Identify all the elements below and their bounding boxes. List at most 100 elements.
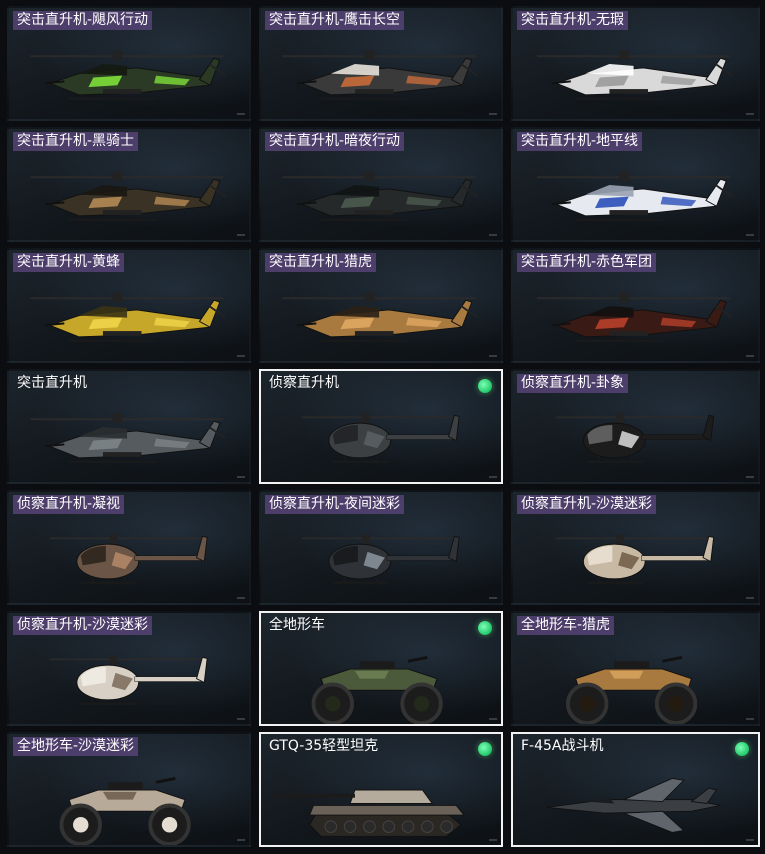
- skin-card[interactable]: 突击直升机-鹰击长空: [259, 6, 503, 121]
- tail-fin: [705, 299, 727, 328]
- wheel-hub: [325, 696, 341, 712]
- skin-card[interactable]: 侦察直升机-卦象: [511, 369, 760, 484]
- rotor-hub: [109, 655, 118, 666]
- tail-fin: [705, 178, 727, 207]
- skin-name-label: 侦察直升机-卦象: [517, 374, 629, 393]
- rotor-hub: [619, 50, 629, 61]
- road-wheel: [382, 820, 395, 833]
- skin-name-label: 突击直升机-黄蜂: [13, 253, 125, 272]
- tail-boom: [134, 676, 203, 682]
- tail-fin: [198, 299, 221, 328]
- cockpit: [585, 184, 634, 197]
- weapon-pylon: [609, 210, 649, 215]
- road-wheel: [343, 820, 357, 833]
- green-dot-icon: [735, 742, 749, 756]
- skin-card[interactable]: 突击直升机-暗夜行动: [259, 127, 503, 242]
- cockpit: [330, 305, 380, 318]
- jet-wing: [623, 810, 685, 833]
- skin-card[interactable]: 突击直升机-赤色军团: [511, 248, 760, 363]
- tail-fin: [447, 535, 460, 563]
- cockpit: [585, 63, 634, 76]
- skin-card[interactable]: 侦察直升机-夜间迷彩: [259, 490, 503, 605]
- wheel-hub: [161, 817, 178, 833]
- wheel-hub: [668, 696, 684, 712]
- tail-fin: [198, 178, 221, 207]
- skin-card[interactable]: 突击直升机-飓风行动: [7, 6, 251, 121]
- handlebar: [155, 776, 176, 784]
- tail-fin: [450, 178, 473, 207]
- skin-card[interactable]: 突击直升机-黑骑士: [7, 127, 251, 242]
- rotor-hub: [364, 50, 375, 61]
- handlebar: [407, 655, 428, 663]
- handlebar: [662, 655, 683, 663]
- wheel-hub: [413, 696, 430, 712]
- tail-fin: [195, 535, 208, 563]
- skin-name-label: 突击直升机-地平线: [517, 132, 643, 151]
- road-wheel: [324, 820, 338, 833]
- skin-name-label: 全地形车: [269, 617, 325, 633]
- skin-name-label: 突击直升机-暗夜行动: [265, 132, 405, 151]
- road-wheel: [421, 820, 434, 833]
- atv-seat: [614, 661, 650, 669]
- tail-fin: [450, 299, 473, 328]
- camo-patch: [102, 791, 137, 800]
- skin-card[interactable]: 突击直升机: [7, 369, 251, 484]
- tail-fin: [450, 57, 473, 86]
- weapon-pylon: [354, 89, 394, 94]
- skin-name-label: 侦察直升机-凝视: [13, 495, 125, 514]
- road-wheel: [363, 820, 376, 833]
- atv-seat: [359, 661, 395, 669]
- green-dot-icon: [478, 379, 492, 393]
- wheel-hub: [579, 696, 595, 712]
- skin-name-label: 突击直升机-无瑕: [517, 11, 629, 30]
- jet-tail: [690, 787, 718, 805]
- tail-fin: [198, 57, 221, 86]
- skin-name-label: 全地形车-沙漠迷彩: [13, 737, 139, 756]
- cockpit: [78, 63, 128, 76]
- cockpit: [330, 63, 380, 76]
- tail-fin: [702, 535, 715, 563]
- skin-card[interactable]: F-45A战斗机: [511, 732, 760, 847]
- tank-hull: [308, 804, 466, 816]
- rotor-hub: [361, 413, 370, 424]
- tail-boom: [386, 434, 455, 440]
- weapon-pylon: [102, 452, 142, 457]
- tail-fin: [702, 414, 715, 442]
- skin-name-label: 突击直升机-赤色军团: [517, 253, 657, 272]
- skin-card[interactable]: 突击直升机-地平线: [511, 127, 760, 242]
- tail-boom: [386, 555, 455, 561]
- road-wheel: [401, 820, 415, 833]
- skin-card[interactable]: GTQ-35轻型坦克: [259, 732, 503, 847]
- tank-turret: [349, 789, 434, 804]
- skin-card[interactable]: 突击直升机-猎虎: [259, 248, 503, 363]
- skin-card[interactable]: 全地形车: [259, 611, 503, 726]
- rotor-hub: [112, 171, 123, 182]
- skin-card[interactable]: 突击直升机-无瑕: [511, 6, 760, 121]
- skin-card[interactable]: 侦察直升机-凝视: [7, 490, 251, 605]
- cockpit: [78, 184, 128, 197]
- rotor-hub: [364, 171, 375, 182]
- cockpit: [330, 184, 380, 197]
- skin-card[interactable]: 突击直升机-黄蜂: [7, 248, 251, 363]
- tail-fin: [198, 420, 221, 449]
- skin-card[interactable]: 全地形车-猎虎: [511, 611, 760, 726]
- skin-card[interactable]: 全地形车-沙漠迷彩: [7, 732, 251, 847]
- skin-card[interactable]: 侦察直升机-沙漠迷彩: [511, 490, 760, 605]
- cockpit: [78, 305, 128, 318]
- weapon-pylon: [354, 331, 394, 336]
- skin-card[interactable]: 侦察直升机: [259, 369, 503, 484]
- skin-name-label: F-45A战斗机: [521, 738, 604, 754]
- weapon-pylon: [609, 331, 649, 336]
- rotor-hub: [364, 292, 375, 303]
- tail-fin: [195, 656, 208, 684]
- green-dot-icon: [478, 742, 492, 756]
- skin-name-label: 突击直升机-鹰击长空: [265, 11, 405, 30]
- skin-name-label: GTQ-35轻型坦克: [269, 738, 379, 754]
- cockpit: [78, 426, 128, 439]
- skin-name-label: 突击直升机-黑骑士: [13, 132, 139, 151]
- tail-fin: [705, 57, 727, 86]
- rotor-hub: [616, 534, 624, 545]
- weapon-pylon: [102, 210, 142, 215]
- skin-card[interactable]: 侦察直升机-沙漠迷彩: [7, 611, 251, 726]
- rotor-hub: [112, 50, 123, 61]
